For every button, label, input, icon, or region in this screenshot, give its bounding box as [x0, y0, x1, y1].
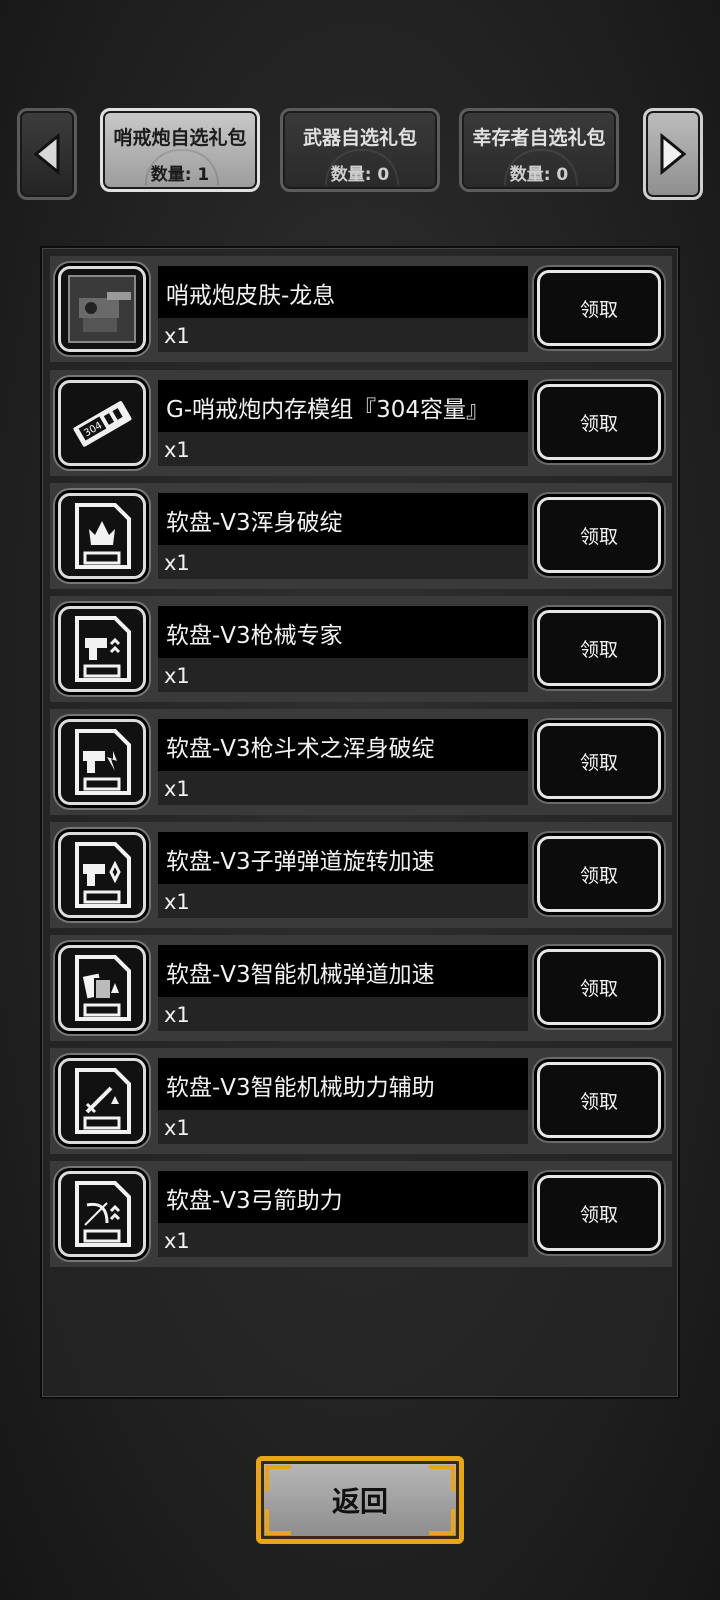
list-item: 软盘-V3浑身破绽 x1 领取	[50, 483, 672, 589]
next-arrow-button[interactable]	[643, 108, 703, 200]
item-icon-frame	[58, 945, 146, 1031]
item-quantity: x1	[164, 1003, 190, 1027]
item-quantity: x1	[164, 551, 190, 575]
ornament-corner	[429, 1509, 455, 1535]
wave-pattern	[145, 149, 219, 185]
floppy-disk-sword-icon	[75, 1068, 131, 1134]
claim-button[interactable]: 领取	[537, 497, 661, 573]
claim-button[interactable]: 领取	[537, 270, 661, 346]
tab-survivor-pack[interactable]: 幸存者自选礼包 数量: 0	[459, 108, 619, 192]
item-quantity: x1	[164, 1229, 190, 1253]
item-quantity: x1	[164, 890, 190, 914]
claim-button[interactable]: 领取	[537, 949, 661, 1025]
item-icon-frame	[58, 493, 146, 579]
back-button-label: 返回	[331, 1485, 388, 1518]
list-item: 软盘-V3智能机械助力辅助 x1 领取	[50, 1048, 672, 1154]
item-name: 软盘-V3弓箭助力	[166, 1188, 343, 1214]
claim-button[interactable]: 领取	[537, 1062, 661, 1138]
prev-arrow-button[interactable]	[17, 108, 77, 200]
item-quantity: x1	[164, 324, 190, 348]
claim-button[interactable]: 领取	[537, 836, 661, 912]
item-icon-frame	[58, 719, 146, 805]
item-name: 软盘-V3智能机械弹道加速	[166, 962, 435, 988]
item-name: 软盘-V3枪械专家	[166, 623, 343, 649]
tab-title: 幸存者自选礼包	[472, 127, 606, 149]
back-button[interactable]: 返回	[256, 1456, 464, 1544]
item-icon-frame: 304	[58, 380, 146, 466]
turret-skin-icon	[68, 275, 136, 343]
chevron-left-icon	[33, 133, 60, 175]
item-name: 软盘-V3智能机械助力辅助	[166, 1075, 435, 1101]
list-item: 软盘-V3智能机械弹道加速 x1 领取	[50, 935, 672, 1041]
item-quantity: x1	[164, 777, 190, 801]
item-icon-frame	[58, 832, 146, 918]
tab-title: 哨戒炮自选礼包	[113, 127, 247, 149]
pack-tab-bar: 哨戒炮自选礼包 数量: 1 武器自选礼包 数量: 0 幸存者自选礼包 数量: 0	[0, 100, 720, 210]
item-name: 哨戒炮皮肤-龙息	[166, 283, 336, 309]
list-item: 软盘-V3枪械专家 x1 领取	[50, 596, 672, 702]
chevron-right-icon	[660, 133, 687, 175]
item-name: G-哨戒炮内存模组『304容量』	[166, 397, 490, 423]
item-icon-frame	[58, 266, 146, 352]
item-icon-frame	[58, 606, 146, 692]
claim-button[interactable]: 领取	[537, 384, 661, 460]
floppy-disk-drone-icon	[75, 955, 131, 1021]
wave-pattern	[504, 149, 578, 185]
floppy-disk-gun-icon	[75, 616, 131, 682]
wave-pattern	[325, 149, 399, 185]
item-name: 软盘-V3子弹弹道旋转加速	[166, 849, 435, 875]
claim-button[interactable]: 领取	[537, 610, 661, 686]
item-name: 软盘-V3浑身破绽	[166, 510, 343, 536]
list-item: 软盘-V3弓箭助力 x1 领取	[50, 1161, 672, 1267]
item-icon-frame	[58, 1058, 146, 1144]
list-item: 304 G-哨戒炮内存模组『304容量』 x1 领取	[50, 370, 672, 476]
list-item: 软盘-V3枪斗术之浑身破绽 x1 领取	[50, 709, 672, 815]
item-icon-frame	[58, 1171, 146, 1257]
reward-list-panel[interactable]: 哨戒炮皮肤-龙息 x1 领取 304 G-哨戒炮内存模组『304容量』 x1 领…	[40, 246, 680, 1399]
floppy-disk-gun-icon	[75, 842, 131, 908]
memory-module-icon: 304	[71, 399, 134, 449]
tab-sentry-gun-pack[interactable]: 哨戒炮自选礼包 数量: 1	[100, 108, 260, 192]
item-name: 软盘-V3枪斗术之浑身破绽	[166, 736, 435, 762]
ornament-corner	[265, 1465, 291, 1491]
list-item: 软盘-V3子弹弹道旋转加速 x1 领取	[50, 822, 672, 928]
tab-weapon-pack[interactable]: 武器自选礼包 数量: 0	[280, 108, 440, 192]
item-quantity: x1	[164, 664, 190, 688]
ornament-corner	[265, 1509, 291, 1535]
floppy-disk-bow-icon	[75, 1181, 131, 1247]
item-quantity: x1	[164, 438, 190, 462]
claim-button[interactable]: 领取	[537, 1175, 661, 1251]
list-item: 哨戒炮皮肤-龙息 x1 领取	[50, 256, 672, 362]
tab-title: 武器自选礼包	[302, 127, 417, 149]
floppy-disk-icon	[75, 503, 131, 569]
ornament-corner	[429, 1465, 455, 1491]
claim-button[interactable]: 领取	[537, 723, 661, 799]
floppy-disk-gun-icon	[75, 729, 131, 795]
item-quantity: x1	[164, 1116, 190, 1140]
